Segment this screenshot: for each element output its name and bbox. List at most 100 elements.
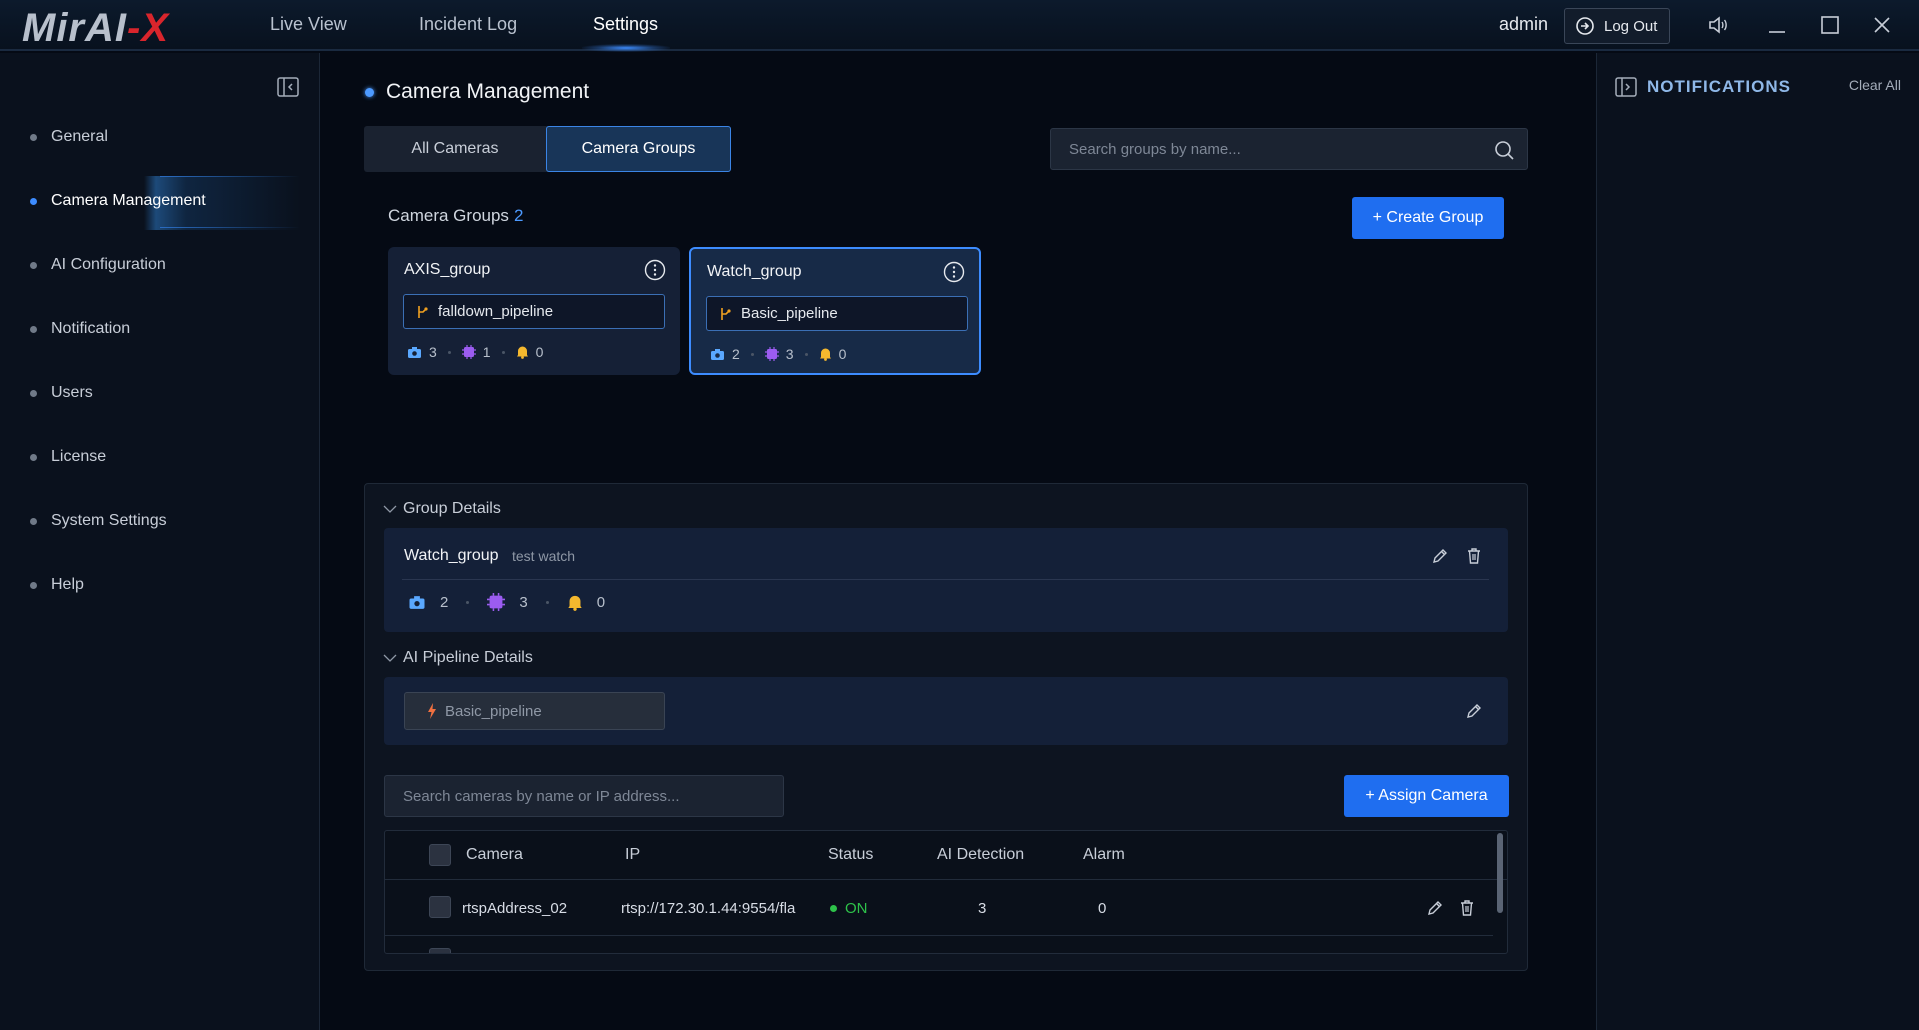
notifications-panel: NOTIFICATIONS Clear All — [1596, 53, 1919, 1030]
status-dot-icon — [830, 904, 837, 912]
alarm-count: 0 — [596, 593, 606, 611]
edit-icon[interactable] — [1431, 547, 1449, 565]
stat-separator — [501, 350, 505, 354]
sidebar-item-label: General — [51, 128, 108, 145]
ai-chip-icon — [487, 593, 506, 611]
page-title: Camera Management — [365, 80, 589, 104]
column-header-camera[interactable]: Camera — [466, 831, 523, 879]
stat-separator — [447, 350, 451, 354]
row-checkbox[interactable] — [429, 896, 451, 918]
camera-table: Camera IP Status AI Detection Alarm rtsp… — [384, 830, 1508, 954]
bullet-icon — [30, 261, 37, 269]
tab-settings[interactable]: Settings — [593, 14, 658, 35]
ai-chip-icon — [461, 345, 476, 359]
clear-all-button[interactable]: Clear All — [1849, 77, 1901, 93]
sidebar-item-camera-management[interactable]: Camera Management — [30, 189, 206, 213]
sidebar-item-label: Camera Management — [51, 192, 206, 209]
lightning-icon — [428, 703, 436, 719]
logout-button[interactable]: Log Out — [1564, 8, 1670, 44]
notifications-header: NOTIFICATIONS — [1615, 77, 1791, 97]
sidebar-item-license[interactable]: License — [30, 445, 106, 469]
bullet-icon — [30, 517, 37, 525]
bullet-icon — [30, 325, 37, 333]
tab-camera-groups[interactable]: Camera Groups — [546, 126, 731, 172]
camera-icon — [408, 346, 421, 358]
table-scrollbar[interactable] — [1497, 833, 1503, 913]
notifications-title: NOTIFICATIONS — [1647, 77, 1791, 96]
search-icon[interactable] — [1493, 139, 1515, 161]
edit-icon[interactable] — [1465, 702, 1483, 720]
select-all-checkbox[interactable] — [429, 844, 451, 866]
chevron-down-icon — [383, 654, 397, 662]
pipeline-field: Basic_pipeline — [404, 692, 665, 730]
column-header-ip[interactable]: IP — [625, 831, 640, 879]
ai-count: 1 — [482, 344, 491, 360]
group-pipeline-field: falldown_pipeline — [403, 294, 665, 329]
divider — [402, 579, 1489, 580]
column-header-ai-detection[interactable]: AI Detection — [937, 831, 1024, 879]
ai-chip-icon — [764, 347, 779, 361]
sidebar-item-notification[interactable]: Notification — [30, 317, 130, 341]
collapse-sidebar-icon[interactable] — [277, 77, 299, 97]
sidebar-item-label: AI Configuration — [51, 256, 166, 273]
group-card-name: Watch_group — [707, 263, 802, 280]
chevron-down-icon — [383, 505, 397, 513]
sidebar-item-users[interactable]: Users — [30, 381, 93, 405]
camera-icon — [409, 595, 425, 609]
active-tab-indicator — [582, 44, 670, 52]
sidebar-item-ai-configuration[interactable]: AI Configuration — [30, 253, 166, 277]
pipeline-details-title: AI Pipeline Details — [403, 649, 533, 666]
logout-icon — [1576, 17, 1594, 35]
tab-incident-log[interactable]: Incident Log — [419, 14, 517, 35]
trash-icon[interactable] — [1458, 899, 1476, 917]
sidebar-item-label: Users — [51, 384, 93, 401]
divider — [385, 935, 1493, 936]
bullet-icon — [30, 581, 37, 589]
pipeline-field-value: Basic_pipeline — [445, 702, 542, 720]
volume-icon[interactable] — [1706, 13, 1730, 37]
more-options-icon[interactable] — [943, 261, 965, 283]
tab-all-cameras[interactable]: All Cameras — [364, 126, 546, 172]
sidebar-item-system-settings[interactable]: System Settings — [30, 509, 167, 533]
stat-separator — [804, 352, 808, 356]
assign-camera-button[interactable]: + Assign Camera — [1344, 775, 1509, 817]
camera-groups-count: 2 — [513, 206, 524, 225]
sidebar-item-general[interactable]: General — [30, 125, 108, 149]
group-card-watch[interactable]: Watch_group Basic_pipeline 2 3 0 — [689, 247, 981, 375]
create-group-button[interactable]: + Create Group — [1352, 197, 1504, 239]
camera-count: 2 — [732, 346, 740, 362]
sidebar-item-label: Help — [51, 576, 84, 593]
column-header-status[interactable]: Status — [828, 831, 873, 879]
pipeline-details-header[interactable]: AI Pipeline Details — [383, 649, 533, 667]
camera-search-input[interactable]: Search cameras by name or IP address... — [384, 775, 784, 817]
title-bullet-icon — [365, 87, 374, 97]
page-title-text: Camera Management — [386, 80, 590, 103]
stat-separator — [750, 352, 754, 356]
panel-toggle-icon[interactable] — [1615, 77, 1637, 97]
column-header-alarm[interactable]: Alarm — [1083, 831, 1125, 879]
group-details-header[interactable]: Group Details — [383, 500, 501, 518]
group-search-input[interactable]: Search groups by name... — [1050, 128, 1528, 170]
group-search-placeholder: Search groups by name... — [1069, 140, 1241, 158]
maximize-icon[interactable] — [1818, 13, 1842, 37]
logout-label: Log Out — [1604, 17, 1658, 35]
group-card-axis[interactable]: AXIS_group falldown_pipeline 3 1 0 — [388, 247, 680, 375]
stat-separator — [466, 600, 470, 604]
app-logo: MirAI-X — [22, 6, 169, 50]
camera-search-placeholder: Search cameras by name or IP address... — [403, 787, 680, 805]
more-options-icon[interactable] — [644, 259, 666, 281]
sidebar-item-help[interactable]: Help — [30, 573, 84, 597]
cell-alarm: 0 — [1098, 899, 1107, 917]
group-stats: 3 1 0 — [407, 344, 543, 360]
sidebar-item-label: License — [51, 448, 107, 465]
sidebar-item-label: Notification — [51, 320, 131, 337]
close-icon[interactable] — [1870, 13, 1894, 37]
tab-live-view[interactable]: Live View — [270, 14, 347, 35]
status-text: ON — [845, 899, 868, 917]
group-detail-description: test watch — [512, 548, 576, 564]
minimize-icon[interactable] — [1765, 13, 1789, 37]
edit-icon[interactable] — [1426, 899, 1444, 917]
row-checkbox[interactable] — [429, 948, 451, 953]
trash-icon[interactable] — [1465, 547, 1483, 565]
group-detail-card: Watch_group test watch 2 3 0 — [384, 528, 1508, 632]
